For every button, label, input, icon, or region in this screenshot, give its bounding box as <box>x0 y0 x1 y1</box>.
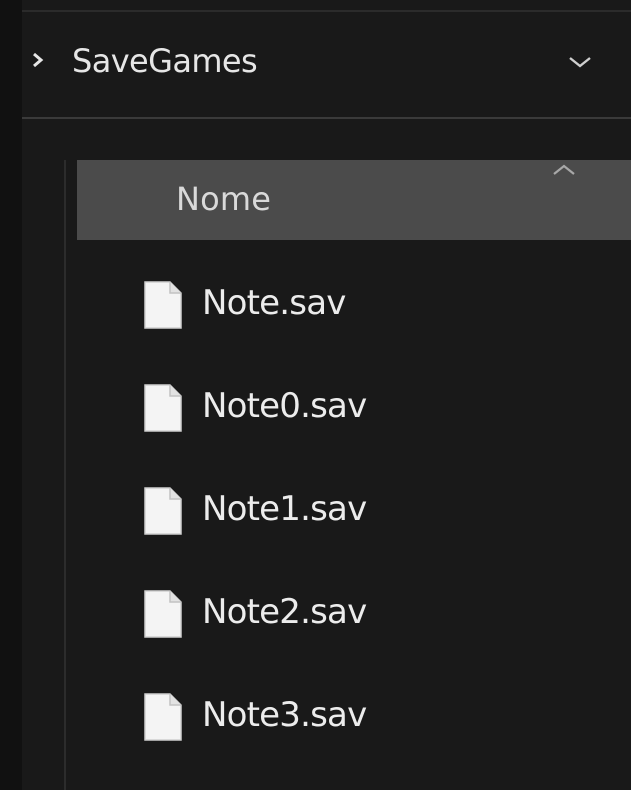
file-row[interactable]: Note.sav <box>66 240 631 343</box>
chevron-down-icon[interactable] <box>560 42 600 82</box>
sort-ascending-icon <box>549 160 579 180</box>
file-name: Note0.sav <box>202 386 367 426</box>
file-row[interactable]: Note1.sav <box>66 446 631 549</box>
column-label: Nome <box>176 180 272 218</box>
file-icon <box>143 486 183 536</box>
file-row[interactable]: Note0.sav <box>66 343 631 446</box>
breadcrumb: SaveGames <box>22 12 631 116</box>
file-name: Note2.sav <box>202 592 367 632</box>
file-icon <box>143 383 183 433</box>
file-list-pane: Nome Note.sav Note0.sav Note1.sav Note2.… <box>64 160 631 790</box>
file-name: Note1.sav <box>202 489 367 529</box>
file-icon <box>143 280 183 330</box>
file-name: Note3.sav <box>202 695 367 735</box>
address-bar-divider <box>22 117 631 119</box>
file-name: Note.sav <box>202 283 346 323</box>
column-header-name[interactable]: Nome <box>77 160 631 240</box>
chevron-right-icon[interactable] <box>28 48 48 72</box>
file-icon <box>143 589 183 639</box>
breadcrumb-folder-savegames[interactable]: SaveGames <box>72 42 258 80</box>
file-icon <box>143 692 183 742</box>
file-row[interactable]: Note3.sav <box>66 652 631 755</box>
file-list: Note.sav Note0.sav Note1.sav Note2.sav N… <box>66 240 631 755</box>
navigation-pane-edge <box>0 0 22 790</box>
file-row[interactable]: Note2.sav <box>66 549 631 652</box>
file-explorer-window: SaveGames Nome Note.sav Note0.sav Note1.… <box>0 0 631 790</box>
